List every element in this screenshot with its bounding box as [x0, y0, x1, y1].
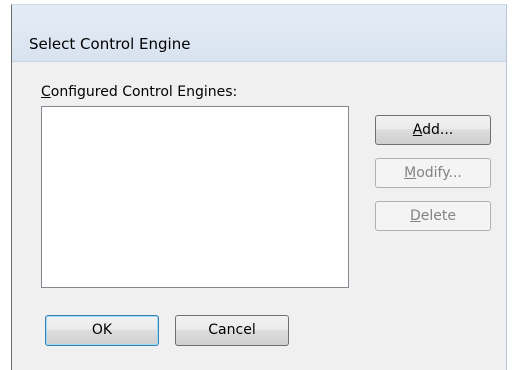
modify-button-accel: M — [404, 165, 417, 181]
modify-button[interactable]: Modify... — [375, 158, 491, 188]
delete-button-label: elete — [420, 208, 456, 224]
configured-engines-label-accel: C — [41, 84, 51, 100]
cancel-button[interactable]: Cancel — [175, 315, 289, 346]
delete-button[interactable]: Delete — [375, 201, 491, 231]
add-button[interactable]: Add... — [375, 115, 491, 145]
configured-engines-label-text: onfigured Control Engines: — [50, 84, 238, 100]
add-button-accel: A — [412, 122, 423, 138]
delete-button-accel: D — [410, 208, 421, 224]
select-control-engine-dialog: Select Control Engine Configured Control… — [11, 4, 507, 370]
modify-button-label: odify... — [416, 165, 462, 181]
dialog-title: Select Control Engine — [29, 35, 191, 53]
dialog-title-bar[interactable]: Select Control Engine — [12, 5, 506, 62]
configured-engines-listbox[interactable] — [41, 106, 349, 288]
add-button-label: dd... — [422, 122, 454, 138]
configured-engines-label: Configured Control Engines: — [41, 83, 237, 101]
ok-button[interactable]: OK — [45, 315, 159, 346]
